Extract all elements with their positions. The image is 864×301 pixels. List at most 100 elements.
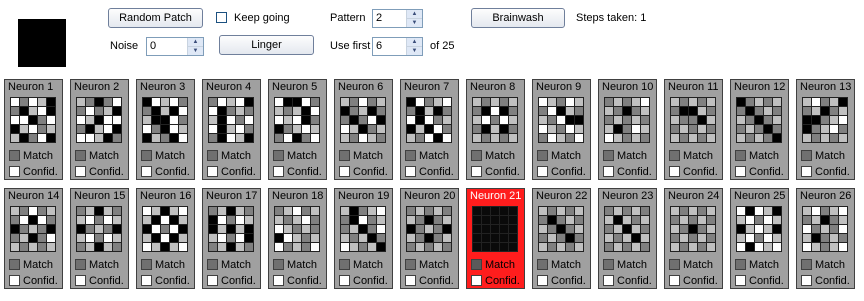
weight-cell — [737, 243, 745, 251]
weight-cell — [95, 125, 103, 133]
spin-down-icon[interactable]: ▼ — [407, 47, 422, 55]
spin-up-icon[interactable]: ▲ — [188, 38, 203, 47]
weight-cell — [152, 243, 160, 251]
weight-cell — [143, 207, 151, 215]
weight-cell — [548, 225, 556, 233]
match-label: Match — [353, 149, 383, 162]
neuron-weight-grid — [802, 97, 848, 143]
confid-indicator — [141, 166, 152, 177]
use-first-value[interactable]: 6 — [373, 38, 406, 55]
confid-indicator — [801, 166, 812, 177]
weight-cell — [275, 125, 283, 133]
weight-cell — [425, 234, 433, 242]
neuron-panel[interactable]: Neuron 25 Match Confid. — [730, 188, 789, 289]
weight-cell — [341, 216, 349, 224]
weight-cell — [407, 125, 415, 133]
weight-cell — [350, 225, 358, 233]
weight-cell — [491, 216, 499, 224]
spin-up-icon[interactable]: ▲ — [407, 38, 422, 47]
weight-cell — [443, 216, 451, 224]
weight-cell — [764, 134, 772, 142]
match-label: Match — [815, 149, 845, 162]
weight-cell — [38, 125, 46, 133]
neuron-title: Neuron 19 — [338, 190, 390, 202]
neuron-panel[interactable]: Neuron 20 Match Confid. — [400, 188, 459, 289]
neuron-panel[interactable]: Neuron 16 Match Confid. — [136, 188, 195, 289]
weight-cell — [293, 107, 301, 115]
neuron-panel[interactable]: Neuron 2 Match Confid. — [70, 79, 129, 180]
neuron-panel[interactable]: Neuron 7 Match Confid. — [400, 79, 459, 180]
weight-cell — [491, 225, 499, 233]
weight-cell — [29, 134, 37, 142]
confid-label: Confid. — [23, 274, 58, 287]
neuron-panel[interactable]: Neuron 15 Match Confid. — [70, 188, 129, 289]
noise-stepper[interactable]: 0 ▲ ▼ — [146, 37, 204, 56]
weight-cell — [839, 216, 847, 224]
neuron-panel[interactable]: Neuron 19 Match Confid. — [334, 188, 393, 289]
weight-cell — [161, 216, 169, 224]
neuron-panel[interactable]: Neuron 9 Match Confid. — [532, 79, 591, 180]
weight-cell — [539, 116, 547, 124]
neuron-panel[interactable]: Neuron 12 Match Confid. — [730, 79, 789, 180]
match-row: Match — [801, 149, 845, 162]
neuron-weight-grid — [340, 97, 386, 143]
neuron-panel[interactable]: Neuron 8 Match Confid. — [466, 79, 525, 180]
weight-cell — [29, 116, 37, 124]
neuron-panel[interactable]: Neuron 4 Match Confid. — [202, 79, 261, 180]
neuron-panel[interactable]: Neuron 17 Match Confid. — [202, 188, 261, 289]
neuron-panel[interactable]: Neuron 14 Match Confid. — [4, 188, 63, 289]
weight-cell — [605, 207, 613, 215]
keep-going-checkbox[interactable] — [216, 12, 227, 23]
neuron-title: Neuron 18 — [272, 190, 324, 202]
weight-cell — [473, 98, 481, 106]
weight-cell — [77, 116, 85, 124]
pattern-value[interactable]: 2 — [373, 10, 406, 27]
neuron-panel[interactable]: Neuron 26 Match Confid. — [796, 188, 855, 289]
match-label: Match — [551, 258, 581, 271]
neuron-panel[interactable]: Neuron 13 Match Confid. — [796, 79, 855, 180]
match-label: Match — [419, 149, 449, 162]
linger-button[interactable]: Linger — [219, 35, 314, 55]
match-label: Match — [485, 258, 515, 271]
weight-cell — [632, 216, 640, 224]
weight-cell — [434, 243, 442, 251]
neuron-panel[interactable]: Neuron 1 Match Confid. — [4, 79, 63, 180]
weight-cell — [416, 243, 424, 251]
weight-cell — [377, 234, 385, 242]
weight-cell — [227, 134, 235, 142]
brainwash-button[interactable]: Brainwash — [471, 8, 565, 28]
neuron-panel[interactable]: Neuron 11 Match Confid. — [664, 79, 723, 180]
match-row: Match — [141, 149, 185, 162]
spin-down-icon[interactable]: ▼ — [188, 47, 203, 55]
neuron-panel[interactable]: Neuron 5 Match Confid. — [268, 79, 327, 180]
neuron-weight-grid — [472, 97, 518, 143]
weight-cell — [491, 234, 499, 242]
neuron-panel[interactable]: Neuron 6 Match Confid. — [334, 79, 393, 180]
weight-cell — [179, 216, 187, 224]
neuron-panel[interactable]: Neuron 22 Match Confid. — [532, 188, 591, 289]
spin-down-icon[interactable]: ▼ — [407, 19, 422, 27]
pattern-stepper[interactable]: 2 ▲ ▼ — [372, 9, 423, 28]
neuron-panel[interactable]: Neuron 18 Match Confid. — [268, 188, 327, 289]
random-patch-button[interactable]: Random Patch — [108, 8, 203, 28]
weight-cell — [566, 134, 574, 142]
spin-up-icon[interactable]: ▲ — [407, 10, 422, 19]
neuron-panel[interactable]: Neuron 10 Match Confid. — [598, 79, 657, 180]
confid-label: Confid. — [353, 274, 388, 287]
weight-cell — [218, 134, 226, 142]
neuron-panel[interactable]: Neuron 21 Match Confid. — [466, 188, 525, 289]
neuron-panel[interactable]: Neuron 24 Match Confid. — [664, 188, 723, 289]
weight-cell — [641, 207, 649, 215]
weight-cell — [20, 207, 28, 215]
weight-cell — [623, 207, 631, 215]
weight-cell — [377, 116, 385, 124]
neuron-panel[interactable]: Neuron 3 Match Confid. — [136, 79, 195, 180]
weight-cell — [359, 98, 367, 106]
weight-cell — [29, 207, 37, 215]
weight-cell — [11, 98, 19, 106]
confid-label: Confid. — [221, 165, 256, 178]
confid-label: Confid. — [617, 274, 652, 287]
neuron-panel[interactable]: Neuron 23 Match Confid. — [598, 188, 657, 289]
use-first-stepper[interactable]: 6 ▲ ▼ — [372, 37, 423, 56]
noise-value[interactable]: 0 — [147, 38, 187, 55]
